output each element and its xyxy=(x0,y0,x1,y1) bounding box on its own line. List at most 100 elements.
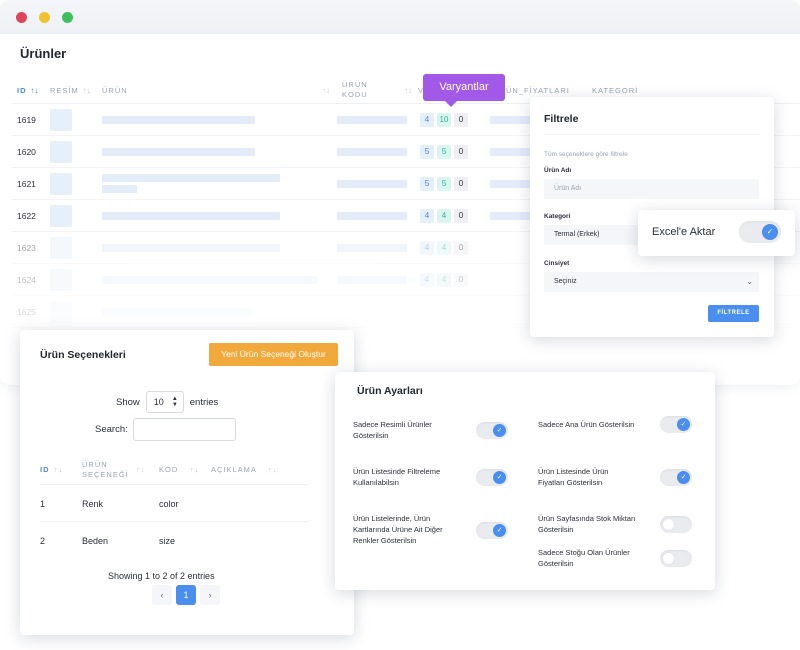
setting-label-line: Kullanılabilsin xyxy=(353,478,399,487)
search-input[interactable] xyxy=(132,418,236,441)
header-sort-product[interactable]: ↑↓ xyxy=(322,76,330,104)
close-window-button[interactable] xyxy=(16,11,27,23)
list-prices-toggle[interactable]: ✓ xyxy=(660,469,692,486)
sort-arrows-icon[interactable]: ↑↓ xyxy=(136,465,146,475)
maximize-window-button[interactable] xyxy=(62,11,73,23)
entries-value: 10 xyxy=(153,397,164,407)
product-code-placeholder xyxy=(337,212,407,220)
filter-button[interactable]: FİLTRELE xyxy=(708,305,759,322)
stock-quantity-toggle[interactable] xyxy=(660,516,692,533)
new-option-button[interactable]: Yeni Ürün Seçeneği Oluştur xyxy=(209,343,338,366)
variant-count-badge: 4 xyxy=(420,209,434,223)
gender-value: Seçiniz xyxy=(554,278,577,285)
setting-label-line: Gösterilsin xyxy=(538,525,574,534)
header-code[interactable]: KOD xyxy=(159,465,178,475)
in-stock-only-toggle[interactable] xyxy=(660,550,692,567)
setting-label-line: Ürün Listesinde Ürün xyxy=(538,467,609,476)
next-page-button[interactable]: › xyxy=(200,585,220,605)
stage: Ürünler ID ↑↓ RESİM ↑↓ ÜRÜN ↑↓ ÜRÜN KODU ↑… xyxy=(0,0,800,650)
excel-export-label: Excel'e Aktar xyxy=(652,226,716,238)
option-id: 2 xyxy=(40,536,46,546)
settings-title: Ürün Ayarları xyxy=(357,385,423,397)
list-filtering-toggle[interactable]: ✓ xyxy=(476,469,508,486)
entries-select[interactable]: 10 ▲ ▼ xyxy=(145,391,184,413)
setting-label: Sadece Stoğu Olan Ürünler Gösterilsin xyxy=(538,547,630,569)
header-product-code[interactable]: ÜRÜN KODU xyxy=(342,76,392,104)
only-with-images-toggle[interactable]: ✓ xyxy=(476,422,508,439)
page-title: Ürünler xyxy=(20,46,67,61)
variant-count-badge: 4 xyxy=(420,241,434,255)
header-id[interactable]: ID xyxy=(40,465,50,475)
header-id[interactable]: ID ↑↓ xyxy=(17,76,39,104)
option-name: Beden xyxy=(82,536,109,546)
product-thumbnail xyxy=(50,141,72,163)
setting-label-line: Ürün Listelerinde, Ürün xyxy=(353,514,431,523)
price-placeholder xyxy=(490,148,530,156)
option-id: 1 xyxy=(40,499,46,509)
excel-export-toggle[interactable]: ✓ xyxy=(739,221,781,243)
variant-counts: 5 5 0 xyxy=(420,177,468,191)
check-icon: ✓ xyxy=(493,524,506,537)
variant-counts: 4 4 0 xyxy=(420,241,468,255)
option-code: size xyxy=(159,536,176,546)
setting-label: Ürün Listelerinde, Ürün Kartlarında Ürüne… xyxy=(353,513,443,546)
filter-hint: Tüm seçeneklere göre filtrele xyxy=(544,151,628,158)
row-id: 1619 xyxy=(17,115,36,125)
category-value: Termal (Erkek) xyxy=(554,231,600,238)
row-id: 1621 xyxy=(17,179,36,189)
product-code-placeholder xyxy=(337,180,407,188)
table-row[interactable]: 1 Renk color xyxy=(40,485,308,522)
variant-count-badge: 5 xyxy=(437,145,451,159)
header-image[interactable]: RESİM ↑↓ xyxy=(50,76,91,104)
setting-label-line: Gösterilsin xyxy=(353,431,389,440)
sort-arrows-icon[interactable]: ↑↓ xyxy=(268,465,278,475)
header-label: SEÇENEĞİ xyxy=(82,470,129,479)
variant-count-badge: 0 xyxy=(454,241,468,255)
show-label: Show xyxy=(116,396,140,408)
header-description[interactable]: AÇIKLAMA xyxy=(211,465,257,475)
variant-count-badge: 0 xyxy=(454,177,468,191)
sort-arrows-icon[interactable]: ↑↓ xyxy=(190,465,200,475)
variant-count-badge: 4 xyxy=(437,241,451,255)
gender-select[interactable]: Seçiniz ⌄ xyxy=(544,272,759,292)
header-option-name[interactable]: ÜRÜN SEÇENEĞİ xyxy=(82,460,129,480)
product-code-placeholder xyxy=(337,244,407,252)
sort-arrows-icon: ↑↓ xyxy=(30,85,39,95)
setting-label: Ürün Listesinde Ürün Fiyatları Gösterilsi… xyxy=(538,466,608,488)
setting-label: Ürün Sayfasında Stok Miktarı Gösterilsin xyxy=(538,513,636,535)
title-bar xyxy=(0,0,800,34)
variant-count-badge: 10 xyxy=(437,113,451,127)
search-label: Search: xyxy=(95,424,128,435)
setting-label-line: Kartlarında Ürüne Ait Diğer xyxy=(353,525,443,534)
header-label: ÜRÜN xyxy=(82,460,108,469)
setting-label-line: Ürün Listesinde Filtreleme xyxy=(353,467,441,476)
only-main-products-toggle[interactable]: ✓ xyxy=(660,416,692,433)
header-product[interactable]: ÜRÜN xyxy=(102,76,128,104)
minimize-window-button[interactable] xyxy=(39,11,50,23)
setting-label-line: Ürün Sayfasında Stok Miktarı xyxy=(538,514,636,523)
table-row[interactable]: 2 Beden size xyxy=(40,522,308,559)
header-label: ÜRÜN xyxy=(102,85,128,95)
product-name-input[interactable]: Ürün Adı xyxy=(544,179,759,199)
option-code: color xyxy=(159,499,179,509)
variant-counts: 4 4 0 xyxy=(420,209,468,223)
product-thumbnail xyxy=(50,237,72,259)
page-button[interactable]: 1 xyxy=(176,585,196,605)
header-sort-code[interactable]: ↑↓ xyxy=(404,76,412,104)
sort-arrows-icon[interactable]: ↑↓ xyxy=(54,465,64,475)
product-name-placeholder xyxy=(102,174,280,182)
product-name-placeholder xyxy=(102,212,280,220)
previous-page-button[interactable]: ‹ xyxy=(152,585,172,605)
variant-count-badge: 4 xyxy=(437,209,451,223)
other-colors-toggle[interactable]: ✓ xyxy=(476,522,508,539)
row-id: 1623 xyxy=(17,243,36,253)
sort-arrows-icon: ↑↓ xyxy=(322,85,330,95)
product-settings-panel: Ürün Ayarları Sadece Resimli Ürünler Göst… xyxy=(335,372,715,590)
variant-count-badge: 4 xyxy=(437,273,451,287)
row-id: 1625 xyxy=(17,307,36,317)
option-name: Renk xyxy=(82,499,104,509)
sort-arrows-icon: ↑↓ xyxy=(404,85,412,95)
product-code-placeholder xyxy=(337,116,407,124)
variant-count-badge: 5 xyxy=(437,177,451,191)
product-name-label: Ürün Adı xyxy=(544,167,572,174)
